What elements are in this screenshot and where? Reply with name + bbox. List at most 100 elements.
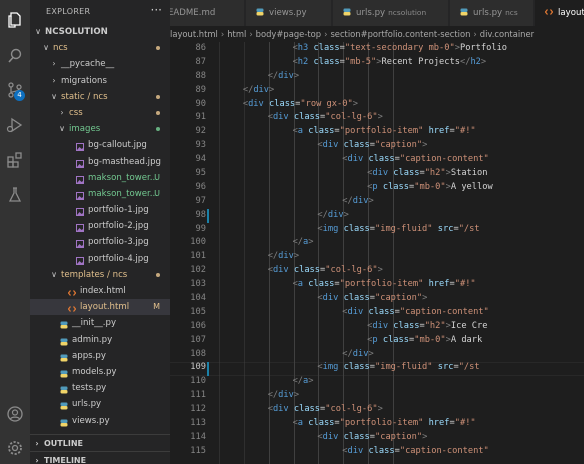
tree-item-label: makson_tower... (88, 172, 158, 183)
line-number: 95 (195, 168, 206, 179)
tab-layout-html[interactable]: layout.html (535, 0, 584, 26)
code-line[interactable]: <div class="caption"> (218, 431, 584, 445)
code-line[interactable]: </a> (218, 375, 584, 389)
settings-gear-icon[interactable] (5, 438, 25, 458)
code-token: > (293, 70, 300, 81)
line-number: 113 (190, 418, 206, 429)
search-icon[interactable] (5, 46, 25, 66)
code-line[interactable]: <p class="mb-0">A dark (218, 334, 584, 348)
code-line[interactable]: <div class="col-lg-6"> (218, 403, 584, 417)
tree-item-label: views.py (72, 415, 110, 426)
code-lines[interactable]: <h3 class="text-secondary mb-0">Portfoli… (218, 42, 584, 459)
code-line[interactable]: </a> (218, 236, 584, 250)
code-line[interactable]: <img class="img-fluid" src="/st (218, 361, 584, 375)
code-token: Portfolio (459, 43, 508, 53)
breadcrumb-item[interactable]: div.container (480, 29, 534, 39)
code-line[interactable]: <a class="portfolio-item" href="#!" (218, 278, 584, 292)
run-debug-icon[interactable] (5, 115, 25, 135)
code-line[interactable]: <img class="img-fluid" src="/st (218, 223, 584, 237)
tree-item[interactable]: bg-callout.jpg (30, 137, 170, 153)
tree-item[interactable]: ∨ static / ncs (30, 89, 170, 105)
code-line[interactable]: <div class="col-lg-6"> (218, 111, 584, 125)
tree-item[interactable]: ∨ templates / ncs (30, 267, 170, 283)
tree-item[interactable]: admin.py (30, 332, 170, 348)
tree-item-label: css (69, 107, 83, 118)
breadcrumb-item[interactable]: layout.html (170, 29, 218, 39)
chevron-down-icon: ∨ (35, 27, 41, 36)
code-line[interactable]: <div class="h2">Ice Cre (218, 320, 584, 334)
tree-item[interactable]: portfolio-2.jpg (30, 218, 170, 234)
tree-item[interactable]: › migrations (30, 73, 170, 89)
code-line[interactable]: <div class="caption-content" (218, 306, 584, 320)
breadcrumb-item[interactable]: html (227, 29, 246, 39)
code-token: class (308, 43, 340, 53)
breadcrumb-item[interactable]: body#page-top (256, 29, 321, 39)
tree-item[interactable]: › __pycache__ (30, 56, 170, 72)
code-line[interactable]: <div class="row gx-0"> (218, 98, 584, 112)
code-token: > (352, 98, 358, 109)
code-line[interactable]: <div class="col-lg-6"> (218, 264, 584, 278)
code-line[interactable]: </div> (218, 389, 584, 403)
files-icon[interactable] (5, 10, 25, 30)
code-line[interactable]: <div class="caption"> (218, 292, 584, 306)
code-token: div (347, 445, 364, 456)
code-line[interactable]: </div> (218, 250, 584, 264)
extensions-icon[interactable] (5, 150, 25, 170)
tree-item[interactable]: makson_tower... U (30, 170, 170, 186)
code-token: </ (459, 56, 471, 67)
tab-urls-py[interactable]: urls.py ncs (450, 0, 534, 26)
tree-item-label: portfolio-1.jpg (88, 205, 149, 216)
line-number: 99 (195, 223, 206, 234)
tree-item-selected[interactable]: layout.html M (30, 299, 170, 316)
code-line[interactable]: <p class="mb-0">A yellow (218, 181, 584, 195)
account-icon[interactable] (5, 404, 25, 424)
code-line[interactable]: <h3 class="text-secondary mb-0">Portfoli… (218, 42, 584, 56)
code-line[interactable]: <div class="h2">Station (218, 167, 584, 181)
tree-item[interactable]: ∨ ncs (30, 40, 170, 56)
tree-item[interactable]: tests.py (30, 380, 170, 396)
code-line[interactable]: </div> (218, 84, 584, 98)
line-number-gutter: 86 87 88 89 90 91 92 93 94 95 96 97 98 99 100 101 102 103… (170, 42, 206, 459)
code-line[interactable]: <a class="portfolio-item" href="#!" (218, 125, 584, 139)
tree-item[interactable]: ∨ images (30, 121, 170, 137)
code-line[interactable]: <div class="caption"> (218, 139, 584, 153)
code-line[interactable]: <h2 class="mb-5">Recent Projects</h2> (218, 56, 584, 70)
explorer-more-actions-icon[interactable]: ··· (151, 3, 162, 17)
code-token: "caption-content" (399, 154, 489, 165)
code-line[interactable]: </div> (218, 70, 584, 84)
outline-section[interactable]: › OUTLINE (30, 434, 170, 452)
code-line[interactable]: <div class="caption-content" (218, 445, 584, 459)
code-line[interactable]: <div class="caption-content" (218, 153, 584, 167)
code-editor[interactable]: 86 87 88 89 90 91 92 93 94 95 96 97 98 99 100 101 102 103… (170, 42, 584, 464)
tab-urls-py[interactable]: urls.py ncsolution (333, 0, 449, 26)
code-line[interactable]: </div> (218, 348, 584, 362)
tree-item[interactable]: index.html (30, 283, 170, 299)
tree-item[interactable]: __init__.py (30, 315, 170, 331)
testing-flask-icon[interactable] (5, 185, 25, 205)
code-line[interactable]: <a class="portfolio-item" href="#!" (218, 417, 584, 431)
code-token: </ (317, 209, 328, 220)
tree-item[interactable]: views.py (30, 413, 170, 429)
tree-item[interactable]: › css (30, 105, 170, 121)
tree-item[interactable]: portfolio-4.jpg (30, 251, 170, 267)
code-line[interactable]: </div> (218, 195, 584, 209)
tree-item[interactable]: urls.py (30, 396, 170, 412)
code-line[interactable]: </div> (218, 209, 584, 223)
tree-item[interactable]: portfolio-3.jpg (30, 234, 170, 250)
tab-readme-md[interactable]: README.md (170, 0, 245, 26)
tree-item[interactable]: makson_tower... U (30, 186, 170, 202)
tree-item[interactable]: apps.py (30, 348, 170, 364)
tree-item[interactable]: bg-masthead.jpg (30, 154, 170, 170)
code-token: class (338, 140, 370, 151)
tree-item[interactable]: models.py (30, 364, 170, 380)
timeline-section[interactable]: › TIMELINE (30, 451, 170, 464)
tab-label: urls.py (356, 8, 386, 18)
chevron-down-icon: ∨ (59, 124, 65, 134)
breadcrumb-item[interactable]: section#portfolio.content-section (330, 29, 470, 39)
tree-item[interactable]: portfolio-1.jpg (30, 202, 170, 218)
code-token: div (253, 84, 270, 95)
code-token: Station (450, 168, 488, 179)
tree-item-label: makson_tower... (88, 188, 158, 199)
tree-item[interactable]: ∨ NCSOLUTION (30, 24, 170, 40)
tab-views-py[interactable]: views.py (246, 0, 332, 26)
